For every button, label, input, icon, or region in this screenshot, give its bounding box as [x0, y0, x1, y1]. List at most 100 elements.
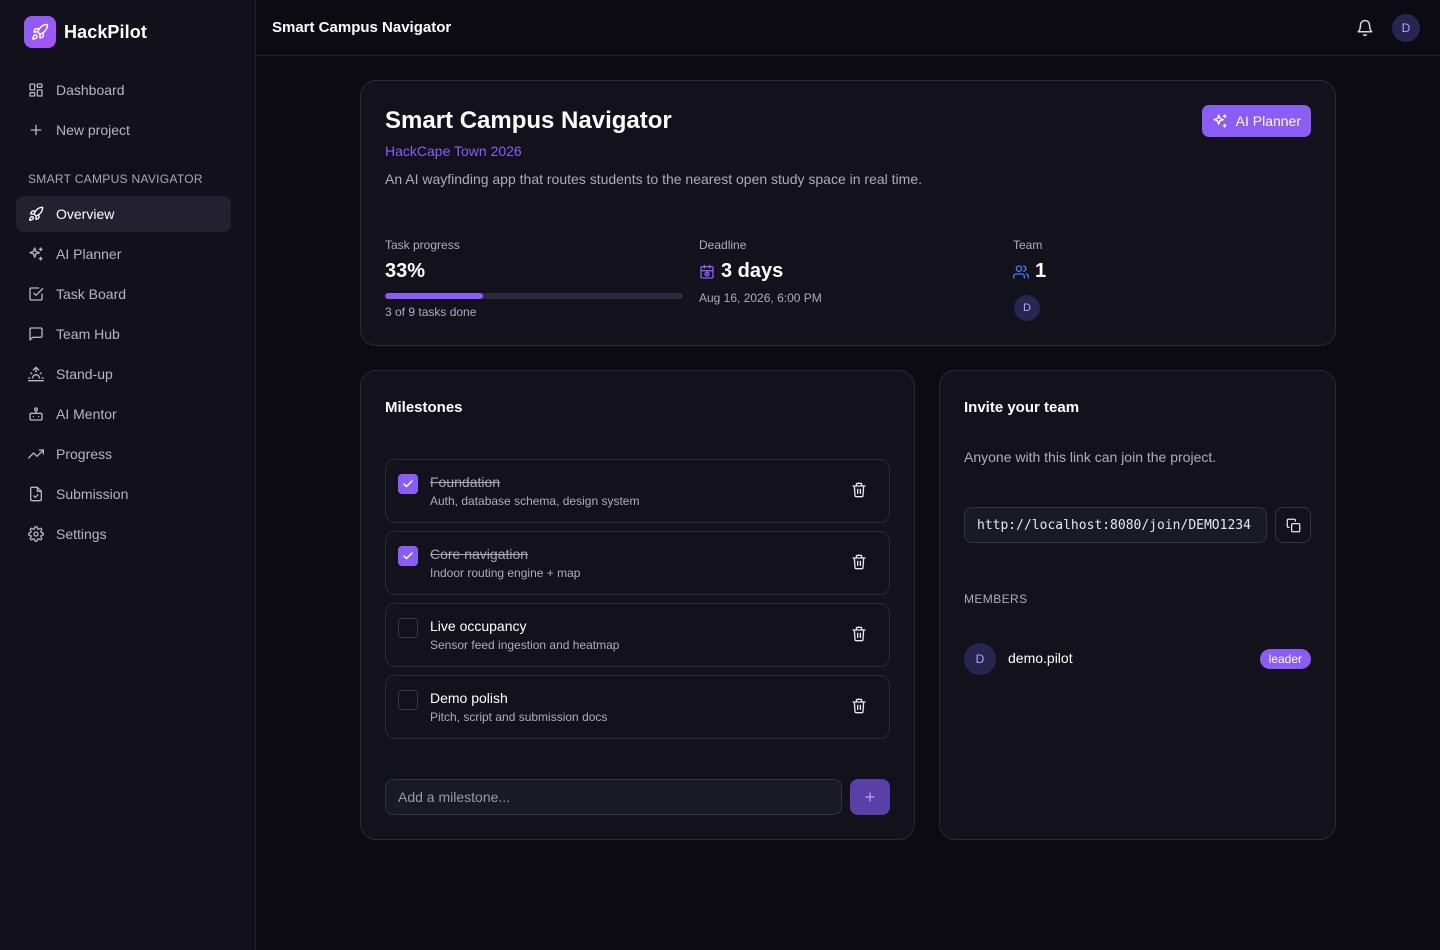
user-avatar[interactable]: D — [1392, 14, 1420, 42]
nav-progress-label: Progress — [56, 446, 113, 462]
nav-ai-mentor[interactable]: AI Mentor — [16, 396, 231, 432]
dashboard-icon — [29, 83, 43, 97]
milestone-desc: Indoor routing engine + map — [430, 566, 581, 580]
nav-section-label: SMART CAMPUS NAVIGATOR — [28, 172, 203, 186]
bell-icon[interactable] — [1356, 19, 1374, 37]
message-square-icon — [29, 327, 43, 341]
milestone-desc: Sensor feed ingestion and heatmap — [430, 638, 620, 652]
milestone-desc: Auth, database schema, design system — [430, 494, 640, 508]
milestone-title: Live occupancy — [430, 618, 527, 634]
trending-up-icon — [28, 449, 44, 459]
invite-card: Invite your team Anyone with this link c… — [939, 370, 1336, 840]
task-progress-bar — [385, 293, 683, 299]
nav-ai-planner-label: AI Planner — [56, 246, 122, 262]
add-milestone-button[interactable] — [850, 779, 890, 815]
nav-settings-label: Settings — [56, 526, 107, 542]
copy-link-button[interactable] — [1275, 507, 1311, 543]
trash-icon[interactable] — [851, 482, 867, 498]
milestone-title: Core navigation — [430, 546, 529, 562]
nav-overview[interactable]: Overview — [16, 196, 231, 232]
add-milestone-input[interactable] — [385, 779, 842, 815]
app-name: HackPilot — [64, 21, 147, 42]
trash-icon[interactable] — [851, 554, 867, 570]
nav-dashboard[interactable]: Dashboard — [16, 72, 231, 108]
plus-icon — [30, 124, 42, 136]
invite-link-input[interactable] — [964, 507, 1267, 543]
bot-icon — [29, 407, 43, 421]
members-label: MEMBERS — [964, 592, 1028, 606]
file-check-icon — [30, 486, 42, 502]
check-icon — [403, 552, 413, 560]
deadline-value-row: 3 days — [699, 260, 783, 283]
project-title: Smart Campus Navigator — [385, 107, 672, 134]
milestone-item: Demo polish Pitch, script and submission… — [385, 675, 890, 739]
milestone-item: Live occupancy Sensor feed ingestion and… — [385, 603, 890, 667]
task-progress-value: 33% — [385, 260, 426, 282]
member-avatar: D — [964, 643, 996, 675]
nav-settings[interactable]: Settings — [16, 516, 231, 552]
sunrise-icon — [28, 366, 44, 382]
role-badge: leader — [1259, 649, 1311, 669]
trash-icon[interactable] — [851, 698, 867, 714]
copy-icon — [1286, 518, 1300, 532]
nav-stand-up-label: Stand-up — [56, 366, 113, 382]
milestone-item: Core navigation Indoor routing engine + … — [385, 531, 890, 595]
milestone-item: Foundation Auth, database schema, design… — [385, 459, 890, 523]
rocket-icon — [29, 206, 44, 221]
nav-ai-mentor-label: AI Mentor — [56, 406, 117, 422]
nav-submission[interactable]: Submission — [16, 476, 231, 512]
milestone-desc: Pitch, script and submission docs — [430, 710, 608, 724]
sparkles-icon — [29, 247, 43, 261]
milestone-title: Demo polish — [430, 690, 508, 706]
nav-new-project-label: New project — [56, 122, 130, 138]
top-bar: Smart Campus Navigator D — [256, 0, 1440, 56]
sidebar: HackPilot Dashboard New project SMART CA… — [0, 0, 256, 950]
nav-overview-label: Overview — [56, 206, 115, 222]
team-member-avatar[interactable]: D — [1014, 295, 1040, 321]
nav-task-board[interactable]: Task Board — [16, 276, 231, 312]
gear-icon — [28, 526, 44, 542]
milestone-checkbox[interactable] — [398, 618, 418, 638]
team-value: 1 — [1035, 260, 1047, 282]
invite-heading: Invite your team — [964, 399, 1080, 416]
plus-icon — [865, 792, 875, 802]
check-icon — [403, 480, 413, 488]
deadline-value: 3 days — [721, 260, 784, 282]
task-progress-label: Task progress — [385, 238, 460, 252]
trash-icon[interactable] — [851, 626, 867, 642]
team-label: Team — [1013, 238, 1043, 252]
invite-description: Anyone with this link can join the proje… — [964, 449, 1217, 465]
users-icon — [1013, 264, 1029, 279]
nav-submission-label: Submission — [56, 486, 129, 502]
task-progress-fill — [385, 293, 484, 299]
milestone-title: Foundation — [430, 474, 501, 490]
calendar-clock-icon — [700, 264, 714, 279]
deadline-sub: Aug 16, 2026, 6:00 PM — [699, 291, 822, 305]
milestone-checkbox[interactable] — [398, 690, 418, 710]
sparkles-icon — [1212, 114, 1227, 128]
milestone-checkbox[interactable] — [398, 546, 418, 566]
task-progress-sub: 3 of 9 tasks done — [385, 305, 477, 319]
project-description: An AI wayfinding app that routes student… — [385, 171, 922, 187]
ai-planner-button[interactable]: AI Planner — [1201, 105, 1311, 137]
nav-team-hub-label: Team Hub — [56, 326, 120, 342]
milestone-checkbox[interactable] — [398, 474, 418, 494]
check-square-icon — [29, 287, 44, 301]
nav-ai-planner[interactable]: AI Planner — [16, 236, 231, 272]
nav-task-board-label: Task Board — [56, 286, 127, 302]
nav-dashboard-label: Dashboard — [56, 82, 125, 98]
project-overview-card: Smart Campus Navigator HackCape Town 202… — [360, 80, 1336, 346]
team-value-row: 1 — [1013, 260, 1046, 283]
nav-progress[interactable]: Progress — [16, 436, 231, 472]
project-event[interactable]: HackCape Town 2026 — [385, 143, 522, 159]
nav-stand-up[interactable]: Stand-up — [16, 356, 231, 392]
nav-team-hub[interactable]: Team Hub — [16, 316, 231, 352]
page-title: Smart Campus Navigator — [272, 19, 452, 36]
member-name: demo.pilot — [1008, 650, 1073, 666]
brand[interactable]: HackPilot — [24, 16, 147, 48]
rocket-logo-icon — [24, 16, 56, 48]
ai-planner-button-label: AI Planner — [1235, 113, 1301, 129]
nav-new-project[interactable]: New project — [16, 112, 231, 148]
deadline-label: Deadline — [699, 238, 747, 252]
milestones-heading: Milestones — [385, 399, 463, 416]
